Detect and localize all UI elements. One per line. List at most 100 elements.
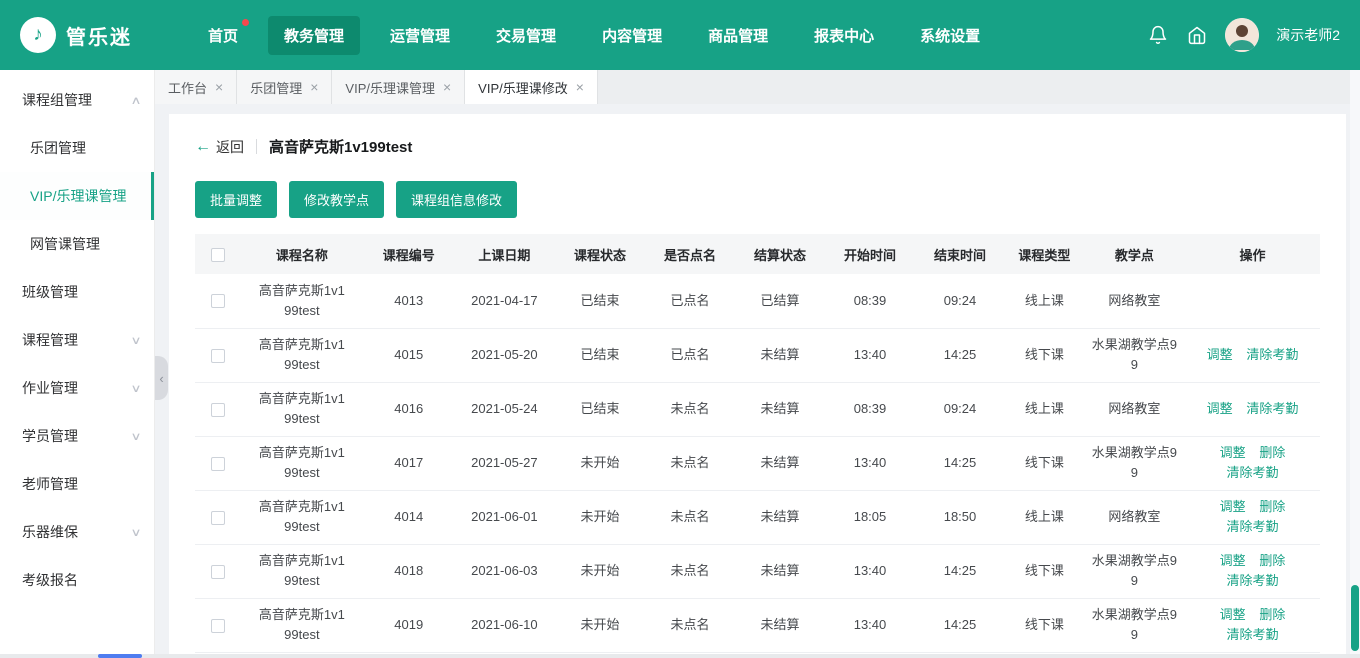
delete-link[interactable]: 删除 [1259, 499, 1285, 514]
nav-item-academic-mgmt[interactable]: 教务管理 [268, 15, 361, 55]
cell-course-status: 未开始 [555, 544, 645, 599]
chevron-down-icon: ∨ [130, 334, 142, 347]
adjust-link[interactable]: 调整 [1207, 401, 1233, 416]
tab-orchestra-mgmt[interactable]: 乐团管理 × [237, 70, 333, 104]
cell-venue: 网络教室 [1083, 274, 1185, 329]
clear-attendance-link[interactable]: 清除考勤 [1246, 347, 1298, 362]
col-start-time: 开始时间 [825, 234, 915, 274]
cell-settlement-status: 未结算 [735, 382, 825, 437]
back-label: 返回 [216, 138, 244, 155]
sidebar-item-homework-mgmt[interactable]: 作业管理 ∨ [0, 364, 154, 412]
delete-link[interactable]: 删除 [1259, 553, 1285, 568]
row-checkbox[interactable] [210, 564, 225, 579]
adjust-link[interactable]: 调整 [1220, 553, 1246, 568]
nav-item-operations-mgmt[interactable]: 运营管理 [374, 16, 466, 55]
tab-vip-theory-edit[interactable]: VIP/乐理课修改 × [465, 70, 598, 104]
modify-venue-button[interactable]: 修改教学点 [289, 181, 385, 218]
delete-link[interactable]: 删除 [1259, 607, 1285, 622]
cell-course-type: 线下课 [1005, 544, 1084, 599]
nav-item-label: 系统设置 [920, 27, 981, 45]
sidebar-item-teacher-mgmt[interactable]: 老师管理 [0, 460, 154, 508]
clear-attendance-link[interactable]: 清除考勤 [1226, 627, 1278, 642]
nav-item-report-center[interactable]: 报表中心 [798, 16, 890, 55]
cell-select [195, 490, 240, 545]
sidebar-item-course-group-mgmt[interactable]: 课程组管理 ∧ [0, 76, 154, 124]
row-checkbox[interactable] [210, 348, 225, 363]
close-icon[interactable]: × [310, 80, 318, 94]
brand[interactable]: ♪ 管乐迷 [20, 17, 170, 53]
cell-start-time: 13:40 [825, 598, 915, 653]
cell-start-time: 18:05 [825, 490, 915, 545]
select-all-checkbox[interactable] [210, 247, 225, 262]
sidebar-item-instrument-maintenance[interactable]: 乐器维保 ∨ [0, 508, 154, 556]
cell-venue: 网络教室 [1083, 490, 1185, 545]
nav-item-system-settings[interactable]: 系统设置 [904, 16, 996, 55]
sidebar: 课程组管理 ∧ 乐团管理 VIP/乐理课管理 网管课管理 班级管理 课程管理 ∨… [0, 70, 155, 658]
page-header-row: ← 返回 高音萨克斯1v199test [195, 136, 1320, 157]
tab-workbench[interactable]: 工作台 × [155, 70, 238, 104]
row-checkbox[interactable] [210, 294, 225, 309]
sidebar-item-course-mgmt[interactable]: 课程管理 ∨ [0, 316, 154, 364]
clear-attendance-link[interactable]: 清除考勤 [1226, 573, 1278, 588]
home-icon[interactable] [1186, 24, 1208, 46]
row-checkbox[interactable] [210, 618, 225, 633]
adjust-link[interactable]: 调整 [1220, 445, 1246, 460]
cell-course-code: 4018 [363, 544, 454, 599]
row-checkbox[interactable] [210, 510, 225, 525]
col-course-name: 课程名称 [240, 234, 364, 274]
sidebar-item-class-mgmt[interactable]: 班级管理 [0, 268, 154, 316]
row-checkbox[interactable] [210, 402, 225, 417]
adjust-link[interactable]: 调整 [1220, 607, 1246, 622]
cell-rollcall-status: 已点名 [645, 274, 735, 329]
row-checkbox[interactable] [210, 456, 225, 471]
nav-item-content-mgmt[interactable]: 内容管理 [586, 16, 678, 55]
back-button[interactable]: ← 返回 [195, 137, 244, 157]
sidebar-item-orchestra-mgmt[interactable]: 乐团管理 [0, 124, 154, 172]
bell-icon[interactable] [1147, 24, 1169, 46]
nav-item-trade-mgmt[interactable]: 交易管理 [480, 16, 572, 55]
cell-end-time: 14:25 [915, 328, 1005, 383]
close-icon[interactable]: × [443, 80, 451, 94]
sidebar-collapse-handle[interactable]: ‹ [155, 356, 168, 400]
adjust-link[interactable]: 调整 [1220, 499, 1246, 514]
sidebar-item-vip-theory-mgmt[interactable]: VIP/乐理课管理 [0, 172, 154, 220]
page-title: 高音萨克斯1v199test [269, 139, 413, 156]
cell-select [195, 274, 240, 329]
close-icon[interactable]: × [576, 80, 584, 94]
sidebar-item-exam-registration[interactable]: 考级报名 [0, 556, 154, 604]
user-name[interactable]: 演示老师2 [1276, 25, 1340, 45]
cell-venue: 网络教室 [1083, 382, 1185, 437]
collapse-left-icon: ‹ [159, 370, 164, 386]
batch-adjust-button[interactable]: 批量调整 [195, 181, 278, 218]
cell-course-code: 4019 [363, 598, 454, 653]
nav-item-label: 内容管理 [602, 27, 663, 45]
modify-course-group-button[interactable]: 课程组信息修改 [396, 181, 518, 218]
cell-course-code: 4013 [363, 274, 454, 329]
delete-link[interactable]: 删除 [1259, 445, 1285, 460]
cell-class-date: 2021-06-01 [453, 490, 555, 545]
col-settlement-status: 结算状态 [735, 234, 825, 274]
cell-select [195, 544, 240, 599]
cell-settlement-status: 未结算 [735, 598, 825, 653]
avatar[interactable] [1225, 18, 1260, 52]
sidebar-item-student-mgmt[interactable]: 学员管理 ∨ [0, 412, 154, 460]
vertical-scrollbar-thumb[interactable] [1351, 585, 1359, 651]
close-icon[interactable]: × [215, 80, 223, 94]
horizontal-scrollbar-thumb[interactable] [98, 654, 142, 658]
nav-item-label: 运营管理 [390, 27, 451, 45]
clear-attendance-link[interactable]: 清除考勤 [1226, 519, 1278, 534]
sidebar-item-label: 课程组管理 [22, 92, 92, 108]
table-row: 高音萨克斯1v199test 4013 2021-04-17 已结束 已点名 已… [195, 274, 1320, 329]
nav-item-home[interactable]: 首页 [192, 16, 254, 55]
chevron-up-icon: ∧ [130, 94, 142, 107]
cell-course-name: 高音萨克斯1v199test [240, 382, 364, 437]
col-course-status: 课程状态 [555, 234, 645, 274]
sidebar-item-label: 班级管理 [22, 284, 78, 300]
clear-attendance-link[interactable]: 清除考勤 [1246, 401, 1298, 416]
clear-attendance-link[interactable]: 清除考勤 [1226, 465, 1278, 480]
nav-item-goods-mgmt[interactable]: 商品管理 [692, 16, 784, 55]
sidebar-item-online-admin-course-mgmt[interactable]: 网管课管理 [0, 220, 154, 268]
adjust-link[interactable]: 调整 [1207, 347, 1233, 362]
tab-vip-theory-mgmt[interactable]: VIP/乐理课管理 × [332, 70, 466, 104]
cell-settlement-status: 未结算 [735, 544, 825, 599]
